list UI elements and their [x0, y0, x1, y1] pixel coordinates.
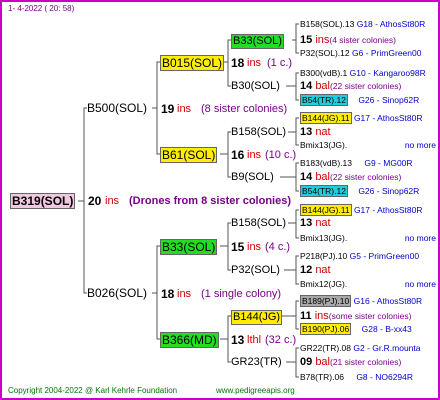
gen4-row: B144(JG).11 G17 - AthosSt80R [300, 204, 423, 216]
gen3-b1-ins-line: 13 nat [300, 126, 331, 138]
gen3-a2-ins-line: 14 bal(22 sister colonies) [300, 80, 402, 92]
gen2-b-queen: B61(SOL) [160, 147, 218, 163]
gen4-row: B54(TR).12 G26 - Sinop62R [300, 185, 420, 197]
root-note: (Drones from 8 sister colonies) [129, 195, 291, 207]
gen3-c1-queen: B158(SOL) [231, 217, 287, 229]
gen4-row: B144(JG).11 G17 - AthosSt80R [300, 112, 423, 124]
gen1-top-ins-number: 19 [161, 102, 175, 116]
gen3-c2-queen: P32(SOL) [231, 264, 280, 276]
gen3-c2-ins-line: 12 nat [300, 264, 331, 276]
gen4-row: B190(PJ).06 G28 - B-xx43 [300, 323, 412, 335]
gen3-d2-queen: GR23(TR) [231, 356, 282, 368]
gen1-bottom-queen: B026(SOL) [87, 286, 148, 300]
gen2-d-ins-number: 13 [231, 333, 245, 347]
gen2-a-note: (1 c.) [267, 57, 293, 69]
gen4-row: B300(vdB).1 G10 - Kangaroo98R [300, 68, 426, 78]
gen1-bottom-note: (1 single colony) [201, 288, 282, 300]
gen1-top-queen: B500(SOL) [87, 101, 148, 115]
gen2-a-queen: B015(SOL) [160, 55, 225, 71]
gen2-c-note: (4 c.) [265, 241, 291, 253]
footer-site-link[interactable]: www.pedigreeapis.org [216, 386, 295, 396]
gen2-d-ins-label: lthl [247, 334, 262, 346]
gen3-d1-ins-line: 11 ins(some sister colonies) [300, 310, 412, 322]
gen4-row: P32(SOL).12 G6 - PrimGreen00 [300, 48, 422, 58]
gen2-b-ins-number: 16 [231, 148, 245, 162]
gen2-c-ins-number: 15 [231, 240, 245, 254]
gen4-row: B183(vdB).13 G9 - MG00R [300, 158, 413, 168]
gen1-top-ins-label: ins [177, 103, 192, 115]
gen4-row: B189(PJ).10 G16 - AthosSt80R [300, 295, 423, 307]
gen2-b-ins-label: ins [247, 149, 262, 161]
gen2-c-queen: B33(SOL) [160, 239, 218, 255]
gen3-c1-ins-line: 13 nat [300, 217, 331, 229]
footer-copyright: Copyright 2004-2022 @ Karl Kehrle Founda… [8, 386, 178, 395]
gen4-row: Bmix13(JG). no more [300, 233, 436, 243]
gen2-d-queen: B366(MD) [160, 332, 219, 348]
gen4-row: Bmix12(JG). no more [300, 279, 436, 289]
gen3-d1-queen: B144(JG) [231, 310, 283, 325]
pedigree-frame: 1- 4-2022 ( 20: 58) B319(SOL) 20 ins (Dr… [0, 0, 440, 400]
gen1-top-note: (8 sister colonies) [201, 103, 288, 115]
root-queen: B319(SOL) [10, 193, 76, 209]
gen3-a2-queen: B30(SOL) [231, 80, 280, 92]
gen3-d2-ins-line: 09 bal(21 sister colonies) [300, 356, 402, 368]
gen2-d-note: (32 c.) [265, 334, 297, 346]
root-ins-number: 20 [88, 194, 102, 208]
gen4-row: Bmix13(JG). no more [300, 140, 436, 150]
gen3-b2-queen: B9(SOL) [231, 171, 274, 183]
generated-date: 1- 4-2022 ( 20: 58) [8, 4, 75, 13]
gen2-a-ins-label: ins [247, 57, 262, 69]
gen2-b-note: (10 c.) [265, 149, 297, 161]
gen3-a1-queen: B33(SOL) [231, 34, 284, 49]
gen2-c-ins-label: ins [247, 241, 262, 253]
gen1-bottom-ins-number: 18 [161, 287, 175, 301]
gen4-row: P218(PJ).10 G5 - PrimGreen00 [300, 251, 420, 261]
gen1-bottom-ins-label: ins [177, 288, 192, 300]
gen3-b1-queen: B158(SOL) [231, 126, 287, 138]
gen4-row: GR22(TR).08 G2 - Gr.R.mounta [300, 343, 421, 353]
gen4-row: B78(TR).06 G8 - NO6294R [300, 372, 414, 382]
gen3-b2-ins-line: 14 bal(22 sister colonies) [300, 171, 402, 183]
root-ins-label: ins [105, 195, 120, 207]
gen2-a-ins-number: 18 [231, 56, 245, 70]
gen4-row: B158(SOL).13 G18 - AthosSt80R [300, 19, 426, 29]
gen3-a1-ins-line: 15 ins(4 sister colonies) [300, 34, 396, 46]
gen4-row: B54(TR).12 G26 - Sinop62R [300, 94, 420, 106]
